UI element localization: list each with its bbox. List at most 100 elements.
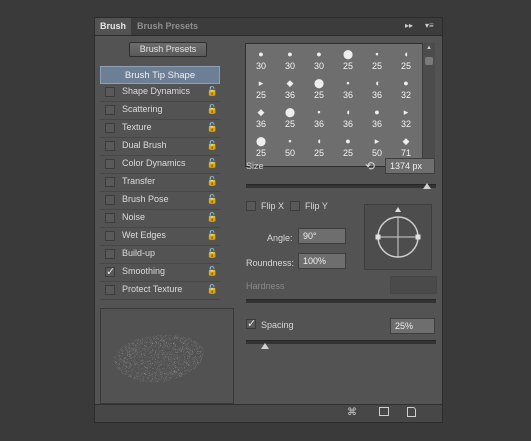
brush-tip-cell[interactable]: ● 32 [392, 75, 420, 104]
brush-tip-icon: ● [287, 49, 293, 59]
brush-tip-icon: ◖ [374, 78, 380, 88]
tab-brush-presets[interactable]: Brush Presets [132, 18, 203, 35]
scroll-up-icon[interactable]: ▲ [426, 45, 432, 51]
list-item[interactable]: Scattering 🔓 [100, 102, 220, 120]
brush-tip-cell[interactable]: ⬤ 25 [305, 75, 333, 104]
list-item[interactable]: Dual Brush 🔓 [100, 138, 220, 156]
brush-tip-icon: ◖ [345, 107, 351, 117]
brush-tip-size: 36 [342, 119, 353, 129]
list-item[interactable]: Wet Edges 🔓 [100, 228, 220, 246]
brush-settings-list: Brush Tip Shape Shape Dynamics 🔓 Scatterin… [100, 66, 220, 300]
brush-tip-cell[interactable]: ● 30 [247, 46, 275, 75]
scroll-thumb[interactable] [425, 57, 433, 65]
list-item-checkbox[interactable] [105, 285, 115, 295]
list-item[interactable]: Transfer 🔓 [100, 174, 220, 192]
brush-tip-cell[interactable]: ⬤ 25 [247, 133, 275, 162]
list-item[interactable]: Color Dynamics 🔓 [100, 156, 220, 174]
brush-projection-icon[interactable] [379, 407, 389, 416]
lock-icon[interactable]: 🔓 [207, 266, 218, 277]
flip-x-checkbox[interactable] [246, 201, 256, 211]
brush-tip-cell[interactable]: ● 30 [305, 46, 333, 75]
brush-tip-cell[interactable]: ▪ 25 [363, 46, 391, 75]
brush-tip-cell[interactable]: ▪ 36 [334, 75, 362, 104]
create-new-brush-icon[interactable] [407, 407, 416, 417]
panel-menu-icon[interactable]: ▾≡ [425, 21, 434, 30]
lock-icon[interactable]: 🔓 [207, 248, 218, 259]
list-item-checkbox[interactable] [105, 231, 115, 241]
brush-tip-cell[interactable]: ⬤ 25 [276, 104, 304, 133]
tab-brush[interactable]: Brush [95, 18, 132, 35]
brush-tip-cell[interactable]: ● 30 [276, 46, 304, 75]
reset-size-icon[interactable]: ⟲ [365, 159, 375, 173]
brush-tip-cell[interactable]: ●50 [305, 162, 333, 166]
list-item-brush-tip-shape[interactable]: Brush Tip Shape [100, 66, 220, 84]
collapse-icon[interactable]: ▸▸ [405, 21, 413, 30]
brush-tip-cell[interactable]: ◆ 36 [276, 75, 304, 104]
brush-grid-scrollbar[interactable]: ▲ ▼ [422, 43, 435, 167]
brush-tip-cell[interactable]: ▪ 36 [305, 104, 333, 133]
spacing-checkbox[interactable] [246, 317, 256, 330]
roundness-field[interactable]: 100% [298, 253, 346, 269]
angle-dial[interactable] [365, 205, 431, 269]
flip-y-checkbox[interactable] [290, 201, 300, 211]
list-item[interactable]: Texture 🔓 [100, 120, 220, 138]
brush-tip-cell[interactable]: ▸ 32 [392, 104, 420, 133]
list-item[interactable]: Build-up 🔓 [100, 246, 220, 264]
list-item-checkbox[interactable] [105, 141, 115, 151]
brush-presets-button[interactable]: Brush Presets [129, 42, 207, 57]
brush-tip-size: 30 [313, 61, 324, 71]
lock-icon[interactable]: 🔓 [207, 140, 218, 151]
brush-tip-cell[interactable]: ◖ 25 [305, 133, 333, 162]
brush-tip-cell[interactable]: ▪ 50 [276, 133, 304, 162]
list-item[interactable]: Brush Pose 🔓 [100, 192, 220, 210]
list-item-checkbox[interactable] [105, 213, 115, 223]
size-slider-thumb[interactable] [422, 183, 431, 189]
brush-tip-size: 36 [284, 90, 295, 100]
list-item-checkbox[interactable] [105, 195, 115, 205]
brush-tip-cell[interactable]: ▸25 [334, 162, 362, 166]
list-item-checkbox[interactable] [105, 123, 115, 133]
lock-icon[interactable]: 🔓 [207, 122, 218, 133]
brush-tip-size: 30 [284, 61, 295, 71]
list-item-checkbox[interactable] [105, 105, 115, 115]
size-slider[interactable] [246, 184, 436, 188]
toggle-live-tip-icon[interactable]: ⌘ [347, 407, 357, 418]
flip-y-label: Flip Y [305, 201, 328, 211]
brush-tip-size: 32 [400, 90, 411, 100]
list-item[interactable]: Smoothing 🔓 [100, 264, 220, 282]
lock-icon[interactable]: 🔓 [207, 212, 218, 223]
lock-icon[interactable]: 🔓 [207, 176, 218, 187]
lock-icon[interactable]: 🔓 [207, 284, 218, 295]
list-item-checkbox[interactable] [105, 249, 115, 259]
spacing-field[interactable]: 25% [390, 318, 435, 334]
list-item-checkbox[interactable] [105, 265, 115, 278]
lock-icon[interactable]: 🔓 [207, 194, 218, 205]
list-item-checkbox[interactable] [105, 87, 115, 97]
brush-tip-cell[interactable]: ◖50 [276, 162, 304, 166]
list-item-checkbox[interactable] [105, 159, 115, 169]
lock-icon[interactable]: 🔓 [207, 86, 218, 97]
brush-tip-grid[interactable]: ● 30 ● 30 ● 30 ⬤ 25 ▪ 25 ◖ 25 ▸ 25 ◆ 36 ⬤ 25 ▪ 36 ◖ 36 ● 32 ◆ 36 ⬤… [245, 43, 435, 167]
spacing-slider[interactable] [246, 340, 436, 344]
brush-tip-cell[interactable]: ● 25 [334, 133, 362, 162]
brush-preview [100, 308, 234, 404]
list-item[interactable]: Shape Dynamics 🔓 [100, 84, 220, 102]
brush-tip-cell[interactable]: ◖ 36 [363, 75, 391, 104]
brush-tip-cell[interactable]: ◖ 36 [334, 104, 362, 133]
list-item[interactable]: Noise 🔓 [100, 210, 220, 228]
size-field[interactable]: 1374 px [385, 158, 435, 174]
brush-tip-icon: ⬤ [255, 136, 267, 146]
angle-field[interactable]: 90° [298, 228, 346, 244]
spacing-slider-thumb[interactable] [261, 343, 269, 349]
lock-icon[interactable]: 🔓 [207, 230, 218, 241]
angle-roundness-widget[interactable] [364, 204, 432, 270]
brush-tip-cell[interactable]: ◆ 36 [247, 104, 275, 133]
brush-tip-cell[interactable]: ◖ 25 [392, 46, 420, 75]
list-item[interactable]: Protect Texture 🔓 [100, 282, 220, 300]
list-item-checkbox[interactable] [105, 177, 115, 187]
lock-icon[interactable]: 🔓 [207, 104, 218, 115]
lock-icon[interactable]: 🔓 [207, 158, 218, 169]
brush-tip-cell[interactable]: ⬤ 25 [334, 46, 362, 75]
brush-tip-cell[interactable]: ● 36 [363, 104, 391, 133]
brush-tip-cell[interactable]: ▸25 [247, 75, 275, 104]
